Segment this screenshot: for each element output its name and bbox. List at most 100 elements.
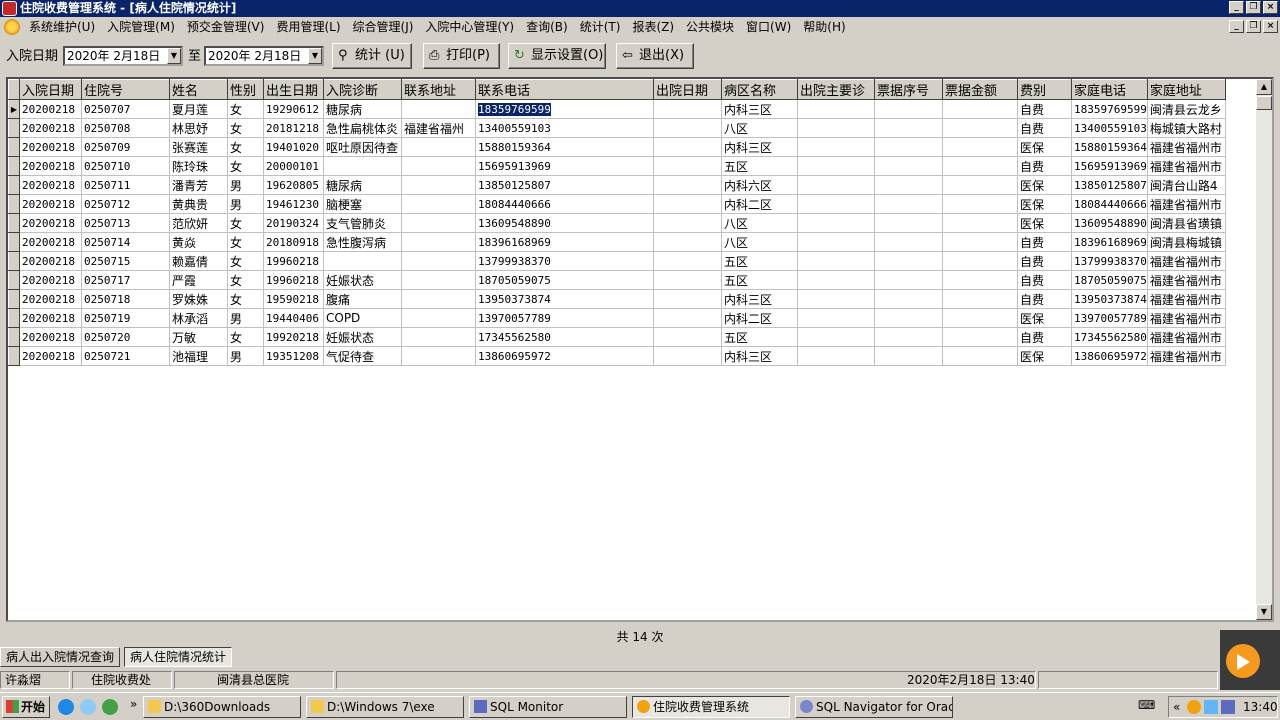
table-cell[interactable]: 13400559103 [1071,118,1148,138]
table-cell[interactable]: 0250715 [81,251,170,271]
table-row[interactable]: 20200218 0250708 林思妤 女 20181218 急性扁桃体炎 福建省福州 13… [8,118,1226,138]
taskbar-item-360downloads[interactable]: D:\360Downloads [143,696,301,718]
column-header[interactable]: 联系地址 [401,79,476,100]
column-header[interactable]: 票据序号 [874,79,943,100]
table-cell[interactable]: 女 [227,213,264,233]
table-cell[interactable]: 13799938370 [475,251,654,271]
table-cell[interactable] [942,175,1018,195]
table-cell[interactable] [797,156,875,176]
table-cell[interactable] [942,308,1018,328]
table-cell[interactable]: COPD [323,308,402,328]
table-cell[interactable]: 呕吐原因待查 [323,137,402,157]
print-button[interactable]: ⎙ 打印(P) [423,43,500,69]
table-cell[interactable]: 严霞 [169,270,228,290]
table-cell[interactable]: 18396168969 [475,232,654,252]
table-cell[interactable]: 妊娠状态 [323,327,402,347]
exit-button[interactable]: ⇦ 退出(X) [616,43,694,69]
table-cell[interactable]: 18705059075 [475,270,654,290]
table-cell[interactable] [653,118,722,138]
table-cell[interactable]: 19590218 [263,289,324,309]
table-cell[interactable]: 0250711 [81,175,170,195]
table-cell[interactable]: 陈玲珠 [169,156,228,176]
table-cell[interactable]: 八区 [721,118,798,138]
table-cell[interactable] [797,289,875,309]
table-cell[interactable] [653,232,722,252]
taskbar-item-windows7exe[interactable]: D:\Windows 7\exe [306,696,464,718]
table-cell[interactable]: 19920218 [263,327,324,347]
table-cell[interactable]: 20181218 [263,118,324,138]
table-cell[interactable]: 13950373874 [1071,289,1148,309]
table-cell[interactable]: 20200218 [19,346,82,366]
table-cell[interactable]: 闽清县云龙乡 [1147,99,1226,119]
table-row[interactable]: 20200218 0250715 赖嘉倩 女 19960218 13799938370 五区… [8,251,1226,271]
table-cell[interactable]: 糖尿病 [323,175,402,195]
table-cell[interactable] [401,346,476,366]
table-cell[interactable]: 五区 [721,156,798,176]
table-cell[interactable]: 福建省福州市 [1147,156,1226,176]
table-cell[interactable]: 男 [227,308,264,328]
table-cell[interactable]: 0250720 [81,327,170,347]
column-header[interactable]: 家庭地址 [1146,79,1226,100]
table-cell[interactable]: 20200218 [19,156,82,176]
taskbar-item-sql-navigator[interactable]: SQL Navigator for Oracle [795,696,953,718]
table-cell[interactable]: 女 [227,232,264,252]
table-cell[interactable] [874,213,943,233]
table-cell[interactable]: 13609548890 [475,213,654,233]
child-close-button[interactable]: × [1263,20,1278,33]
table-cell[interactable] [797,194,875,214]
menu-common[interactable]: 公共模块 [680,17,740,37]
table-cell[interactable]: 15880159364 [475,137,654,157]
table-cell[interactable]: 13400559103 [475,118,654,138]
table-cell[interactable]: 福建省福州市 [1147,346,1226,366]
table-row[interactable]: 20200218 0250712 黄典贵 男 19461230 脑梗塞 1808444066… [8,194,1226,214]
table-cell[interactable]: 池福理 [169,346,228,366]
table-cell[interactable] [942,156,1018,176]
table-cell[interactable]: 20200218 [19,137,82,157]
menu-admission[interactable]: 入院管理(M) [101,17,181,37]
table-cell[interactable]: 19290612 [263,99,324,119]
table-cell[interactable]: 急性腹泻病 [323,232,402,252]
row-indicator[interactable] [8,308,20,328]
scroll-thumb[interactable] [1256,96,1272,110]
column-header[interactable]: 姓名 [169,79,228,100]
restore-button[interactable]: ❐ [1246,1,1261,14]
tray-app-icon[interactable] [1187,700,1201,714]
table-cell[interactable]: 自费 [1017,270,1072,290]
table-cell[interactable]: 闽清台山路4 [1147,175,1226,195]
tab-admission-statistics[interactable]: 病人住院情况统计 [124,647,233,667]
row-indicator[interactable] [8,289,20,309]
table-cell[interactable]: 内科三区 [721,137,798,157]
table-cell[interactable] [653,251,722,271]
row-indicator[interactable] [8,270,20,290]
table-cell[interactable] [401,156,476,176]
table-cell[interactable]: 万敏 [169,327,228,347]
table-cell[interactable]: 0250709 [81,137,170,157]
table-cell[interactable]: 0250712 [81,194,170,214]
table-cell[interactable]: 17345562580 [475,327,654,347]
patient-grid[interactable]: 入院日期 住院号 姓名 性别 出生日期 入院诊断 联系地址 联系电话 出院日期 … [6,77,1274,622]
table-cell[interactable]: 医保 [1017,175,1072,195]
table-cell[interactable]: 20200218 [19,194,82,214]
table-cell[interactable] [401,213,476,233]
menu-admission-center[interactable]: 入院中心管理(Y) [419,17,520,37]
table-cell[interactable] [653,270,722,290]
table-cell[interactable] [942,194,1018,214]
table-cell[interactable]: 13950373874 [475,289,654,309]
table-cell[interactable]: 内科三区 [721,346,798,366]
table-cell[interactable]: 福建省福州市 [1147,251,1226,271]
column-header[interactable]: 性别 [227,79,264,100]
table-cell[interactable]: 梅城镇大路村 [1147,118,1226,138]
table-cell[interactable] [797,118,875,138]
table-cell[interactable]: 女 [227,118,264,138]
table-cell[interactable]: 18705059075 [1071,270,1148,290]
table-cell[interactable]: 闽清县梅城镇 [1147,232,1226,252]
table-cell[interactable]: 0250719 [81,308,170,328]
table-cell[interactable]: 15695913969 [1071,156,1148,176]
table-cell[interactable]: 0250721 [81,346,170,366]
row-indicator[interactable] [8,137,20,157]
column-header[interactable]: 票据金额 [942,79,1018,100]
table-cell[interactable]: 自费 [1017,327,1072,347]
table-cell[interactable]: 糖尿病 [323,99,402,119]
table-cell[interactable]: 林承滔 [169,308,228,328]
chevron-down-icon[interactable]: ▼ [308,48,322,64]
